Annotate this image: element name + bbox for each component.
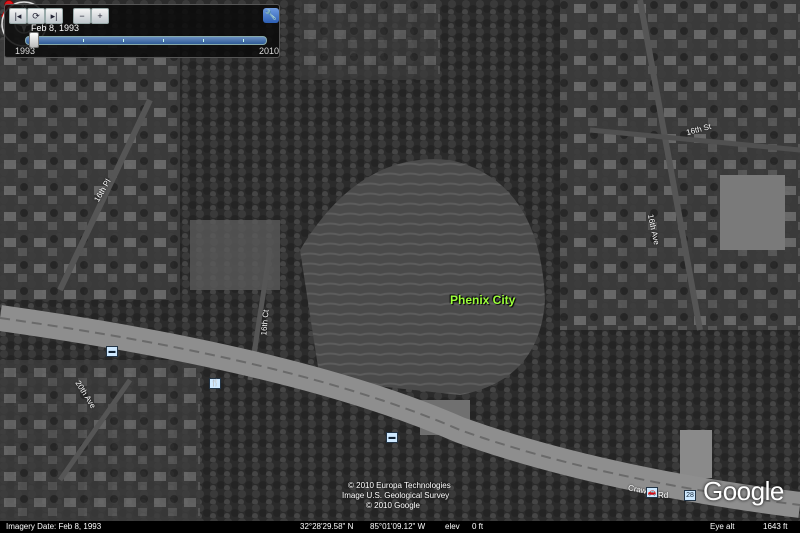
play-icon[interactable]: ⟳: [27, 8, 45, 24]
lodging-poi-icon[interactable]: ▬: [386, 432, 398, 443]
slider-tick: [123, 39, 124, 42]
aerial-imagery: [0, 0, 800, 521]
status-bar: Imagery Date: Feb 8, 1993 32°28'29.58" N…: [0, 521, 800, 533]
zoom-out-icon[interactable]: −: [73, 8, 91, 24]
route-shield-icon[interactable]: 28: [684, 490, 696, 501]
slider-tick: [163, 39, 164, 42]
longitude-readout: 85°01'09.12" W: [370, 522, 426, 531]
elevation-label: elev: [445, 522, 460, 531]
imagery-date: Imagery Date: Feb 8, 1993: [6, 522, 102, 531]
copyright-line-2: Image U.S. Geological Survey: [342, 491, 450, 500]
slider-tick: [243, 39, 244, 42]
wrench-settings-icon[interactable]: 🔧: [263, 8, 279, 23]
lodging-poi-icon[interactable]: ▬: [106, 346, 118, 357]
latitude-readout: 32°28'29.58" N: [300, 522, 354, 531]
road-label-rd: Rd: [658, 491, 669, 500]
slider-tick: [83, 39, 84, 42]
restaurant-poi-icon[interactable]: 🍴: [209, 378, 221, 389]
step-forward-icon[interactable]: ▸|: [45, 8, 63, 24]
slider-end-year: 2010: [259, 46, 280, 56]
step-back-icon[interactable]: |◂: [9, 8, 27, 24]
historical-imagery-slider-panel: |◂ ⟳ ▸| − + 🔧 Feb 8, 1993 1993 2010: [4, 4, 280, 58]
placemark-label[interactable]: Phenix City: [450, 293, 515, 307]
satellite-map-view[interactable]: 16th Pl 16th St 16th Ave 16th Ct 20th Av…: [0, 0, 800, 521]
eye-altitude-label: Eye alt: [710, 522, 735, 531]
zoom-in-icon[interactable]: +: [91, 8, 109, 24]
copyright-line-3: © 2010 Google: [366, 501, 420, 510]
slider-tick: [203, 39, 204, 42]
car-poi-icon[interactable]: 🚗: [646, 487, 658, 498]
slider-start-year: 1993: [15, 46, 36, 56]
time-slider-track[interactable]: [25, 36, 267, 45]
eye-altitude-value: 1643 ft: [763, 522, 788, 531]
copyright-notice: © 2010 Europa Technologies Image U.S. Ge…: [342, 481, 451, 511]
google-logo: Google: [703, 476, 784, 506]
elevation-value: 0 ft: [472, 522, 484, 531]
copyright-line-1: © 2010 Europa Technologies: [348, 481, 451, 490]
